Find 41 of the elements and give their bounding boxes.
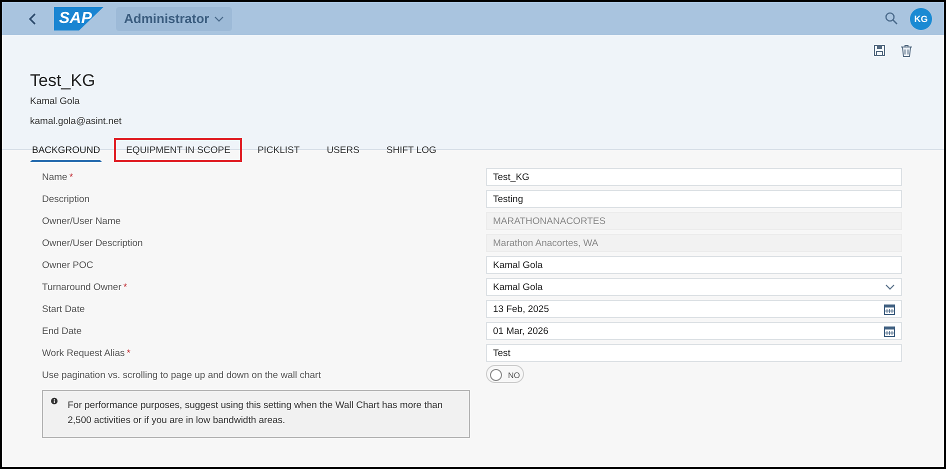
field-label: Name * (42, 172, 74, 182)
back-icon[interactable] (28, 12, 36, 24)
date-field[interactable]: 13 Feb, 2025 (486, 300, 902, 318)
search-icon[interactable] (885, 12, 898, 25)
logo: SAP (54, 6, 104, 30)
owner-email: kamal.gola@asint.net (30, 116, 122, 127)
object-title: Test_KG (30, 71, 96, 91)
delete-icon[interactable] (901, 45, 912, 57)
required-mark: * (123, 282, 128, 292)
tab[interactable]: PICKLIST (245, 138, 312, 162)
toggle-switch[interactable]: NO (486, 365, 902, 385)
tab[interactable]: USERS (314, 138, 372, 162)
user-avatar[interactable]: KG (910, 8, 932, 30)
calendar-icon (884, 304, 895, 314)
date-field[interactable]: 01 Mar, 2026 (486, 322, 902, 340)
field-label: Start Date (42, 304, 85, 314)
tab[interactable]: BACKGROUND (30, 138, 102, 162)
required-mark: * (126, 348, 130, 358)
field-label: Turnaround Owner * (42, 282, 128, 292)
info-icon (51, 396, 58, 406)
caret-icon (214, 16, 224, 22)
dropdown-field[interactable]: Kamal Gola (486, 278, 902, 296)
input-field[interactable]: Test (486, 344, 902, 362)
field-label: Owner/User Description (42, 238, 143, 248)
field-label: Work Request Alias * (42, 348, 130, 358)
field-label: Use pagination vs. scrolling to page up and down on the wall chart (42, 370, 321, 380)
required-mark: * (69, 172, 74, 182)
field-label: Owner/User Name (42, 216, 121, 226)
owner-name: Kamal Gola (30, 96, 81, 107)
input-field[interactable]: Test_KG (486, 168, 902, 186)
input-field[interactable]: Kamal Gola (486, 256, 902, 274)
chevron-down-icon (885, 284, 895, 290)
info-text: For performance purposes, suggest using this setting when the Wall Chart has more than 2,500 activities or if you are in low bandwidth areas. (68, 399, 444, 428)
field-label: End Date (42, 326, 82, 336)
field-label: Description (42, 194, 90, 204)
field-label: Owner POC (42, 260, 94, 270)
input-field[interactable]: Testing (486, 190, 902, 208)
tab[interactable]: SHIFT LOG (374, 138, 448, 162)
tab[interactable]: EQUIPMENT IN SCOPE (114, 138, 242, 162)
save-icon[interactable] (874, 45, 885, 56)
calendar-icon (884, 326, 895, 336)
